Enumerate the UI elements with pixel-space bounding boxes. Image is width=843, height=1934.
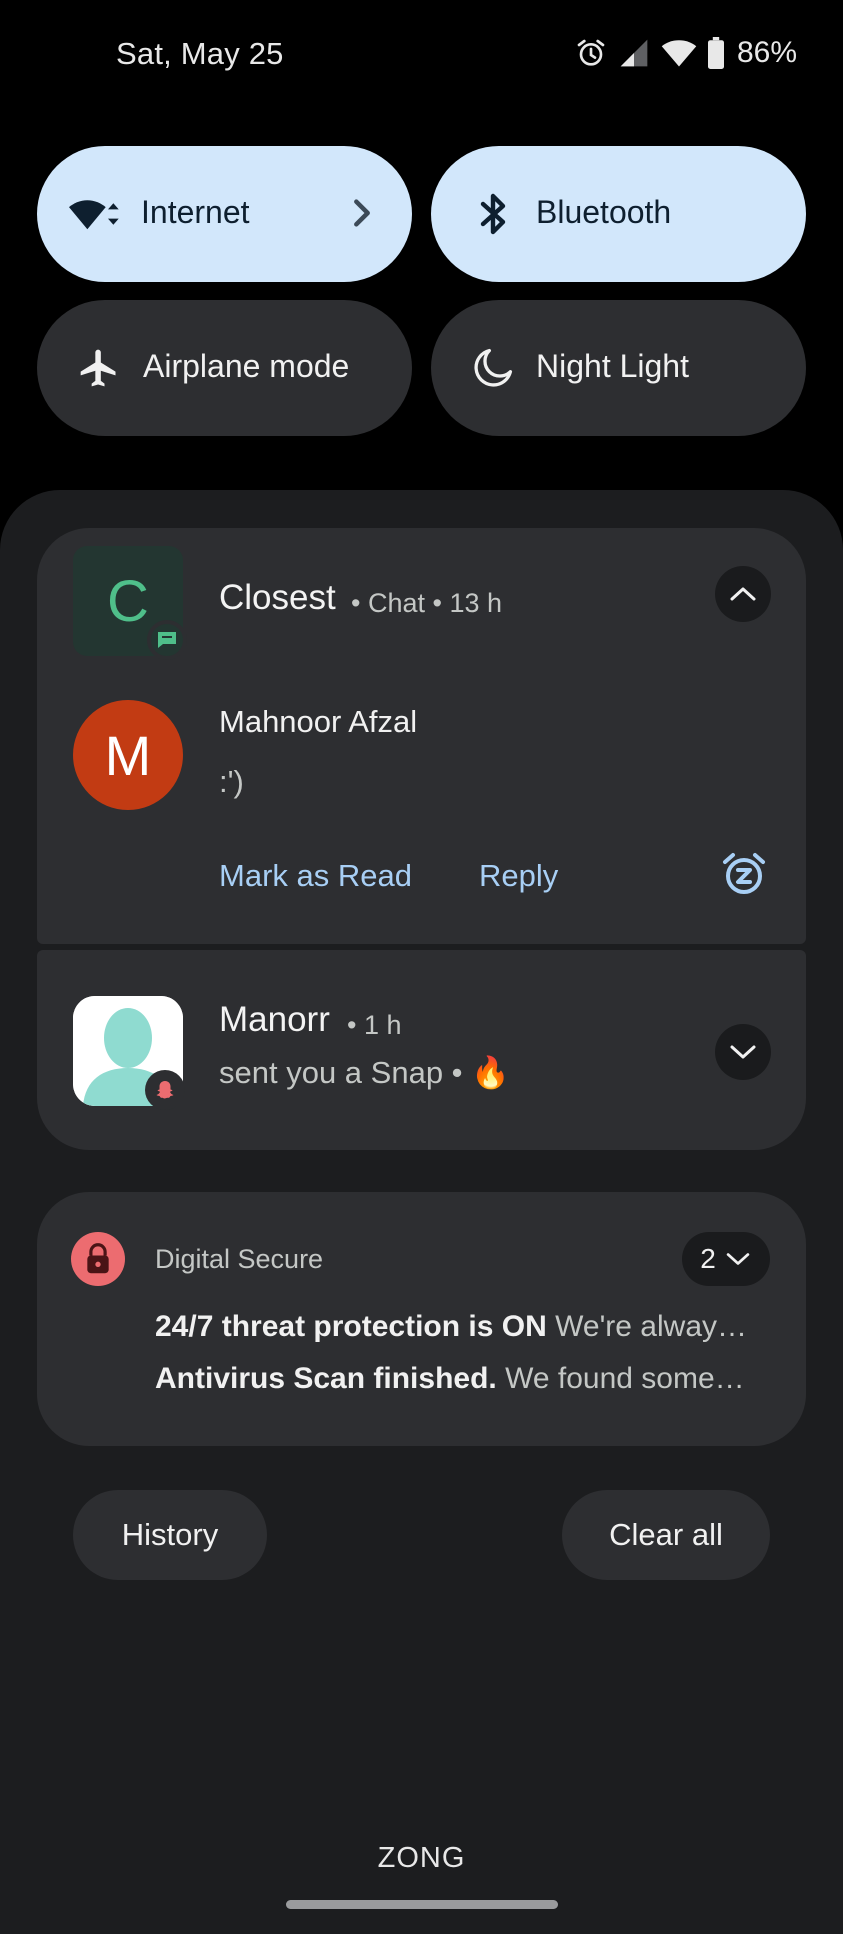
notification-meta: • Chat • 13 h xyxy=(351,588,502,618)
notification-title: Manorr xyxy=(219,1000,330,1039)
notification-manorr[interactable]: Manorr • 1 h sent you a Snap • 🔥 xyxy=(37,950,806,1150)
notification-digital-secure[interactable]: Digital Secure 2 24/7 threat protection … xyxy=(37,1192,806,1446)
app-name: Digital Secure xyxy=(155,1244,324,1274)
clear-all-button[interactable]: Clear all xyxy=(562,1490,770,1580)
bluetooth-icon xyxy=(467,188,519,240)
mark-as-read-button[interactable]: Mark as Read xyxy=(219,858,412,894)
notification-text: sent you a Snap • 🔥 xyxy=(219,1055,510,1090)
lock-icon xyxy=(71,1232,125,1286)
tile-label: Airplane mode xyxy=(143,348,350,384)
chevron-right-icon xyxy=(354,199,370,227)
cell-signal-icon xyxy=(620,39,648,67)
notification-meta: • 1 h xyxy=(347,1010,402,1040)
snapchat-badge-icon xyxy=(145,1070,185,1110)
tile-night-light[interactable]: Night Light xyxy=(431,300,806,436)
tile-airplane-mode[interactable]: Airplane mode xyxy=(37,300,412,436)
battery-percent: 86% xyxy=(736,36,797,69)
notification-line: 24/7 threat protection is ON We're alway… xyxy=(155,1310,748,1343)
carrier-name: ZONG xyxy=(377,1842,466,1874)
sender-avatar: M xyxy=(73,700,183,810)
notification-line: Antivirus Scan finished. We found some… xyxy=(155,1362,745,1395)
wifi-icon xyxy=(661,40,697,67)
notification-closest[interactable]: C Closest • Chat • 13 h M Mahnoor Afzal … xyxy=(37,528,806,944)
message-text: :') xyxy=(219,764,244,799)
expand-button[interactable] xyxy=(715,1024,771,1080)
chat-badge-icon xyxy=(147,620,187,660)
alarm-icon xyxy=(577,39,605,66)
gesture-home-bar[interactable] xyxy=(286,1900,558,1909)
expand-count-button[interactable]: 2 xyxy=(682,1232,770,1286)
chevron-up-icon xyxy=(730,587,756,601)
notification-title: Closest xyxy=(219,578,336,617)
tile-internet[interactable]: Internet xyxy=(37,146,412,282)
notification-count: 2 xyxy=(700,1243,716,1274)
tile-label: Bluetooth xyxy=(536,194,672,230)
message-sender: Mahnoor Afzal xyxy=(219,704,418,739)
wifi-icon xyxy=(69,188,121,240)
reply-button[interactable]: Reply xyxy=(479,858,558,894)
status-icons: 86% xyxy=(575,36,797,70)
snooze-icon[interactable] xyxy=(720,850,768,898)
fire-emoji: 🔥 xyxy=(471,1055,510,1090)
tile-label: Internet xyxy=(141,194,250,230)
chevron-down-icon xyxy=(730,1045,756,1059)
tile-label: Night Light xyxy=(536,348,689,384)
history-button[interactable]: History xyxy=(73,1490,267,1580)
tile-bluetooth[interactable]: Bluetooth xyxy=(431,146,806,282)
battery-icon xyxy=(707,37,724,69)
moon-icon xyxy=(467,342,519,394)
collapse-button[interactable] xyxy=(715,566,771,622)
airplane-icon xyxy=(73,342,125,394)
chevron-down-icon xyxy=(726,1253,750,1265)
status-bar: Sat, May 25 86% xyxy=(0,0,843,110)
status-date: Sat, May 25 xyxy=(116,36,284,71)
